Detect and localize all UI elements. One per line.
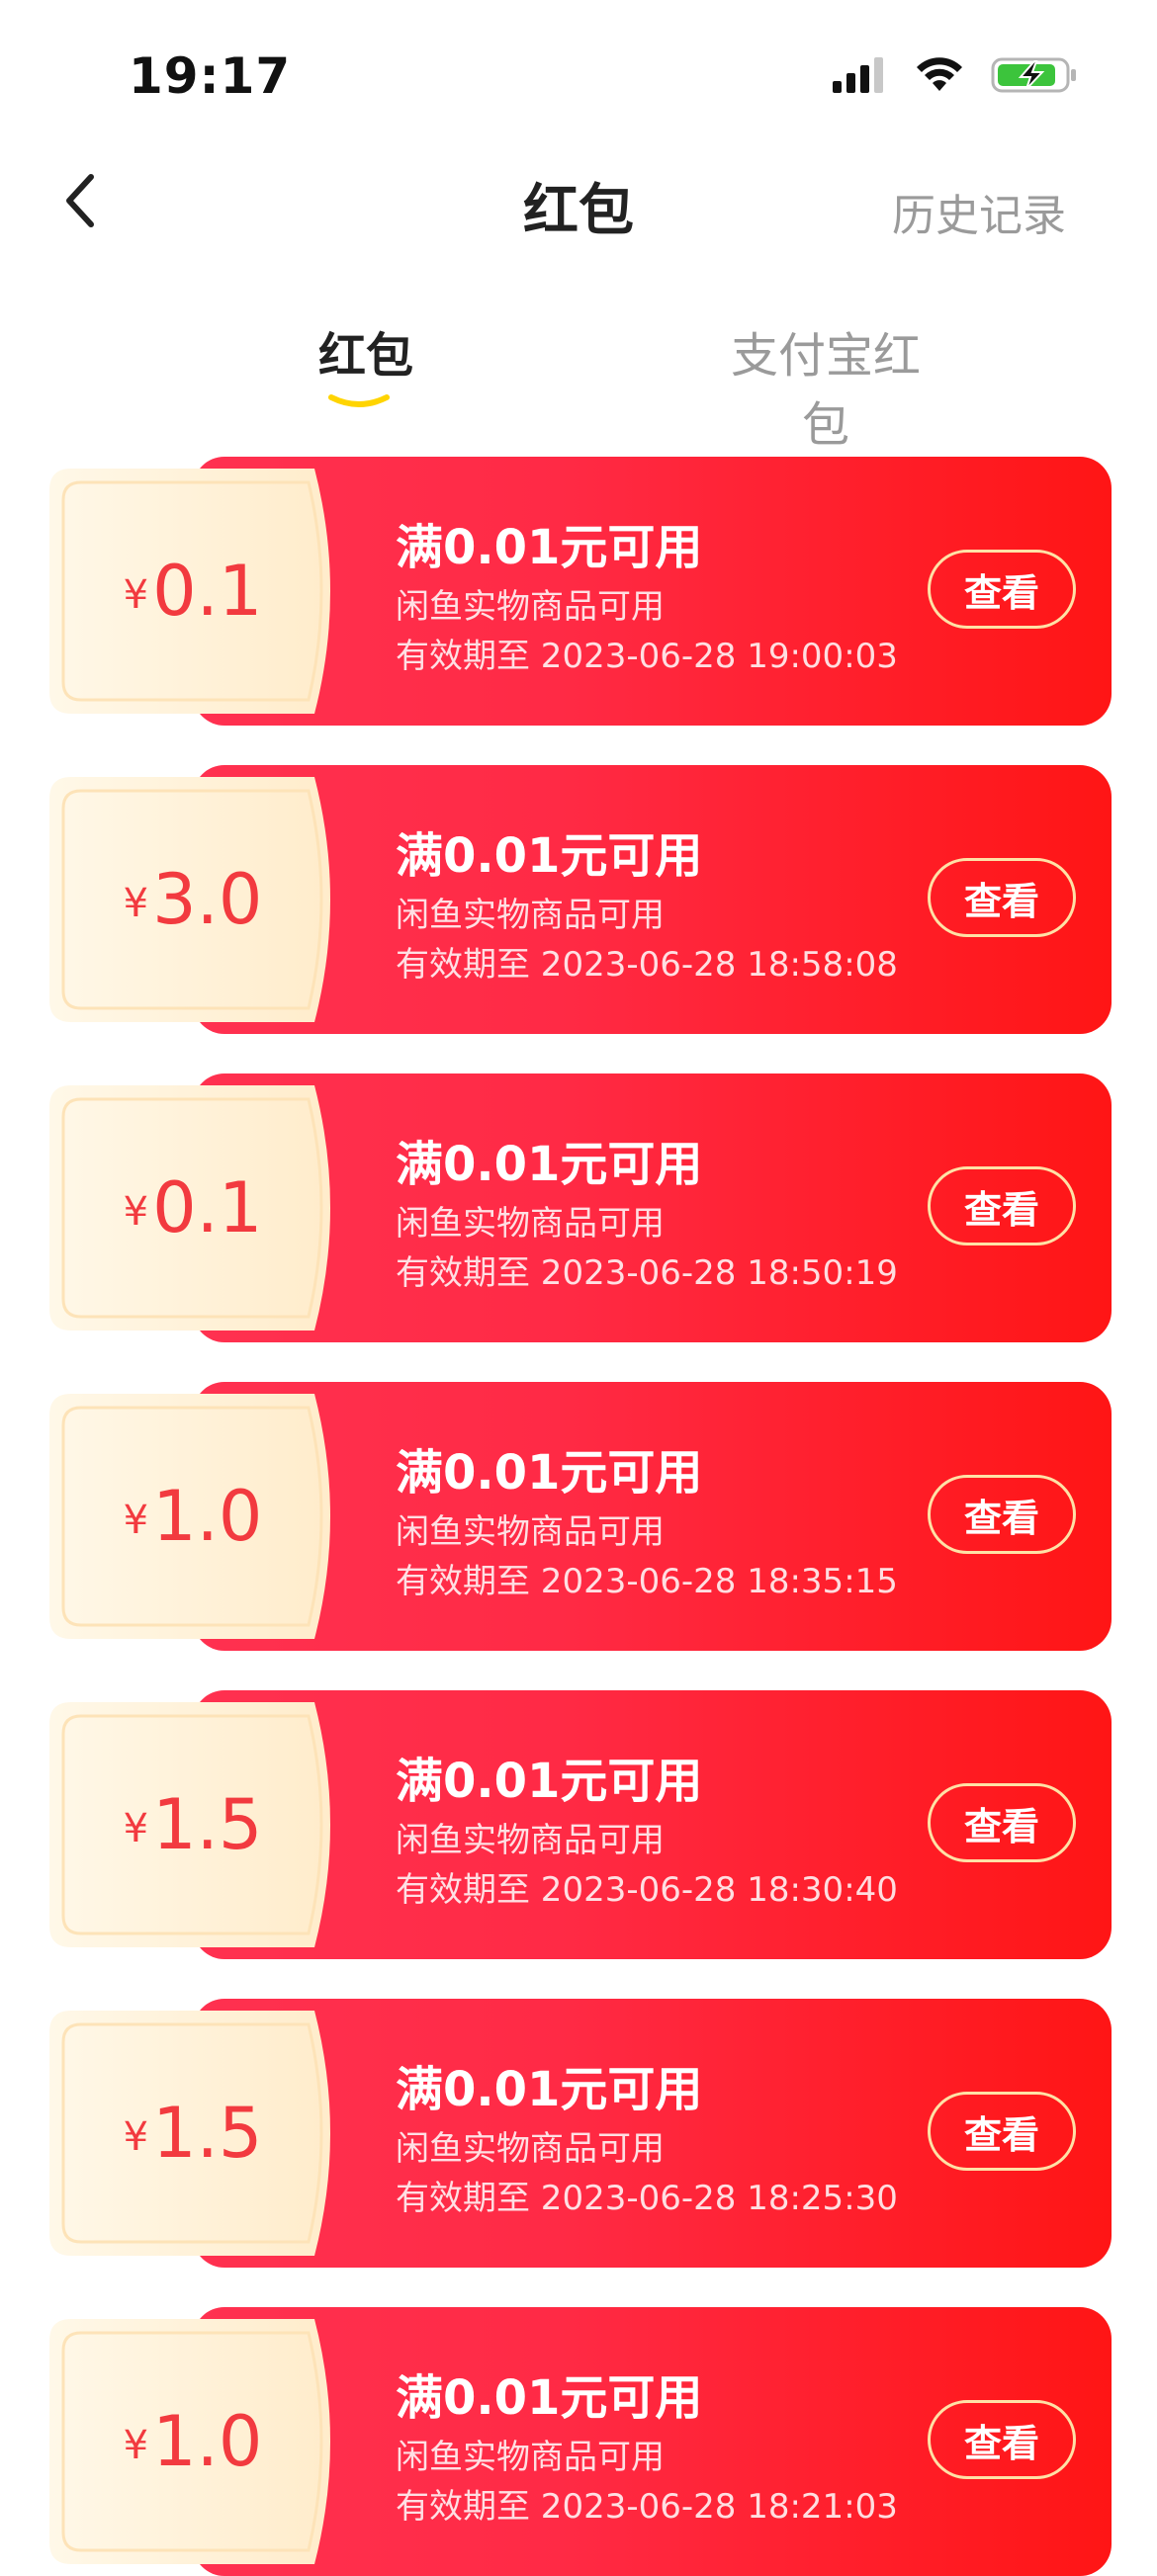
amount-value: 0.1 — [152, 1167, 263, 1248]
view-button[interactable]: 查看 — [928, 2092, 1076, 2171]
coupon-amount: ¥ 0.1 — [49, 469, 336, 714]
coupon-card[interactable]: ¥ 1.5 满0.01元可用 闲鱼实物商品可用 有效期至 2023-06-28 … — [49, 1999, 1112, 2268]
view-button[interactable]: 查看 — [928, 550, 1076, 629]
amount-value: 3.0 — [152, 859, 263, 940]
coupon-card[interactable]: ¥ 1.0 满0.01元可用 闲鱼实物商品可用 有效期至 2023-06-28 … — [49, 2307, 1112, 2576]
coupon-expiry: 有效期至 2023-06-28 18:21:03 — [396, 2487, 898, 2527]
battery-charging-icon — [991, 57, 1076, 93]
status-bar: 19:17 — [0, 0, 1157, 148]
currency-symbol: ¥ — [123, 1498, 149, 1543]
currency-symbol: ¥ — [123, 1806, 149, 1851]
currency-symbol: ¥ — [123, 2423, 149, 2468]
coupon-threshold: 满0.01元可用 — [396, 1137, 703, 1192]
currency-symbol: ¥ — [123, 2114, 149, 2160]
amount-value: 1.0 — [152, 2401, 263, 2482]
currency-symbol: ¥ — [123, 572, 149, 618]
currency-symbol: ¥ — [123, 1189, 149, 1235]
coupon-card[interactable]: ¥ 3.0 满0.01元可用 闲鱼实物商品可用 有效期至 2023-06-28 … — [49, 765, 1112, 1034]
coupon-scope: 闲鱼实物商品可用 — [396, 587, 665, 627]
coupon-amount: ¥ 1.5 — [49, 1702, 336, 1947]
currency-symbol: ¥ — [123, 881, 149, 926]
coupon-threshold: 满0.01元可用 — [396, 520, 703, 575]
amount-value: 1.5 — [152, 1784, 263, 1865]
coupon-card[interactable]: ¥ 1.0 满0.01元可用 闲鱼实物商品可用 有效期至 2023-06-28 … — [49, 1382, 1112, 1651]
coupon-threshold: 满0.01元可用 — [396, 1445, 703, 1501]
view-button[interactable]: 查看 — [928, 1475, 1076, 1554]
coupon-card[interactable]: ¥ 0.1 满0.01元可用 闲鱼实物商品可用 有效期至 2023-06-28 … — [49, 457, 1112, 726]
coupon-threshold: 满0.01元可用 — [396, 1754, 703, 1809]
wifi-icon — [917, 57, 962, 91]
view-button[interactable]: 查看 — [928, 1783, 1076, 1862]
coupon-amount: ¥ 3.0 — [49, 777, 336, 1022]
coupon-threshold: 满0.01元可用 — [396, 2370, 703, 2426]
amount-value: 1.0 — [152, 1476, 263, 1557]
view-button[interactable]: 查看 — [928, 858, 1076, 937]
coupon-amount: ¥ 1.0 — [49, 2319, 336, 2564]
amount-value: 0.1 — [152, 551, 263, 632]
coupon-scope: 闲鱼实物商品可用 — [396, 1204, 665, 1244]
coupon-expiry: 有效期至 2023-06-28 18:58:08 — [396, 945, 898, 985]
coupon-expiry: 有效期至 2023-06-28 18:35:15 — [396, 1562, 898, 1601]
status-time: 19:17 — [129, 47, 292, 105]
coupon-expiry: 有效期至 2023-06-28 18:50:19 — [396, 1253, 898, 1293]
coupon-scope: 闲鱼实物商品可用 — [396, 1821, 665, 1860]
coupon-card[interactable]: ¥ 1.5 满0.01元可用 闲鱼实物商品可用 有效期至 2023-06-28 … — [49, 1690, 1112, 1959]
cellular-signal-icon — [833, 57, 883, 93]
tab-alipay-red-packet[interactable]: 支付宝红包 — [712, 316, 939, 455]
coupon-amount: ¥ 0.1 — [49, 1085, 336, 1331]
nav-bar: 红包 历史记录 — [0, 148, 1157, 257]
coupon-amount: ¥ 1.5 — [49, 2011, 336, 2256]
amount-value: 1.5 — [152, 2093, 263, 2174]
coupon-scope: 闲鱼实物商品可用 — [396, 896, 665, 935]
tab-red-packet[interactable]: 红包 — [307, 316, 425, 386]
coupon-expiry: 有效期至 2023-06-28 19:00:03 — [396, 637, 898, 676]
coupon-threshold: 满0.01元可用 — [396, 828, 703, 884]
coupon-expiry: 有效期至 2023-06-28 18:30:40 — [396, 1870, 898, 1910]
view-button[interactable]: 查看 — [928, 1166, 1076, 1245]
coupon-scope: 闲鱼实物商品可用 — [396, 2438, 665, 2477]
history-link[interactable]: 历史记录 — [892, 180, 1066, 243]
view-button[interactable]: 查看 — [928, 2400, 1076, 2479]
coupon-threshold: 满0.01元可用 — [396, 2062, 703, 2117]
coupon-expiry: 有效期至 2023-06-28 18:25:30 — [396, 2179, 898, 2218]
status-icons — [831, 55, 1080, 95]
coupon-scope: 闲鱼实物商品可用 — [396, 2129, 665, 2169]
coupon-scope: 闲鱼实物商品可用 — [396, 1512, 665, 1552]
tab-active-indicator — [328, 394, 390, 407]
coupon-card[interactable]: ¥ 0.1 满0.01元可用 闲鱼实物商品可用 有效期至 2023-06-28 … — [49, 1073, 1112, 1342]
coupon-amount: ¥ 1.0 — [49, 1394, 336, 1639]
tab-bar: 红包 支付宝红包 — [0, 316, 1157, 453]
